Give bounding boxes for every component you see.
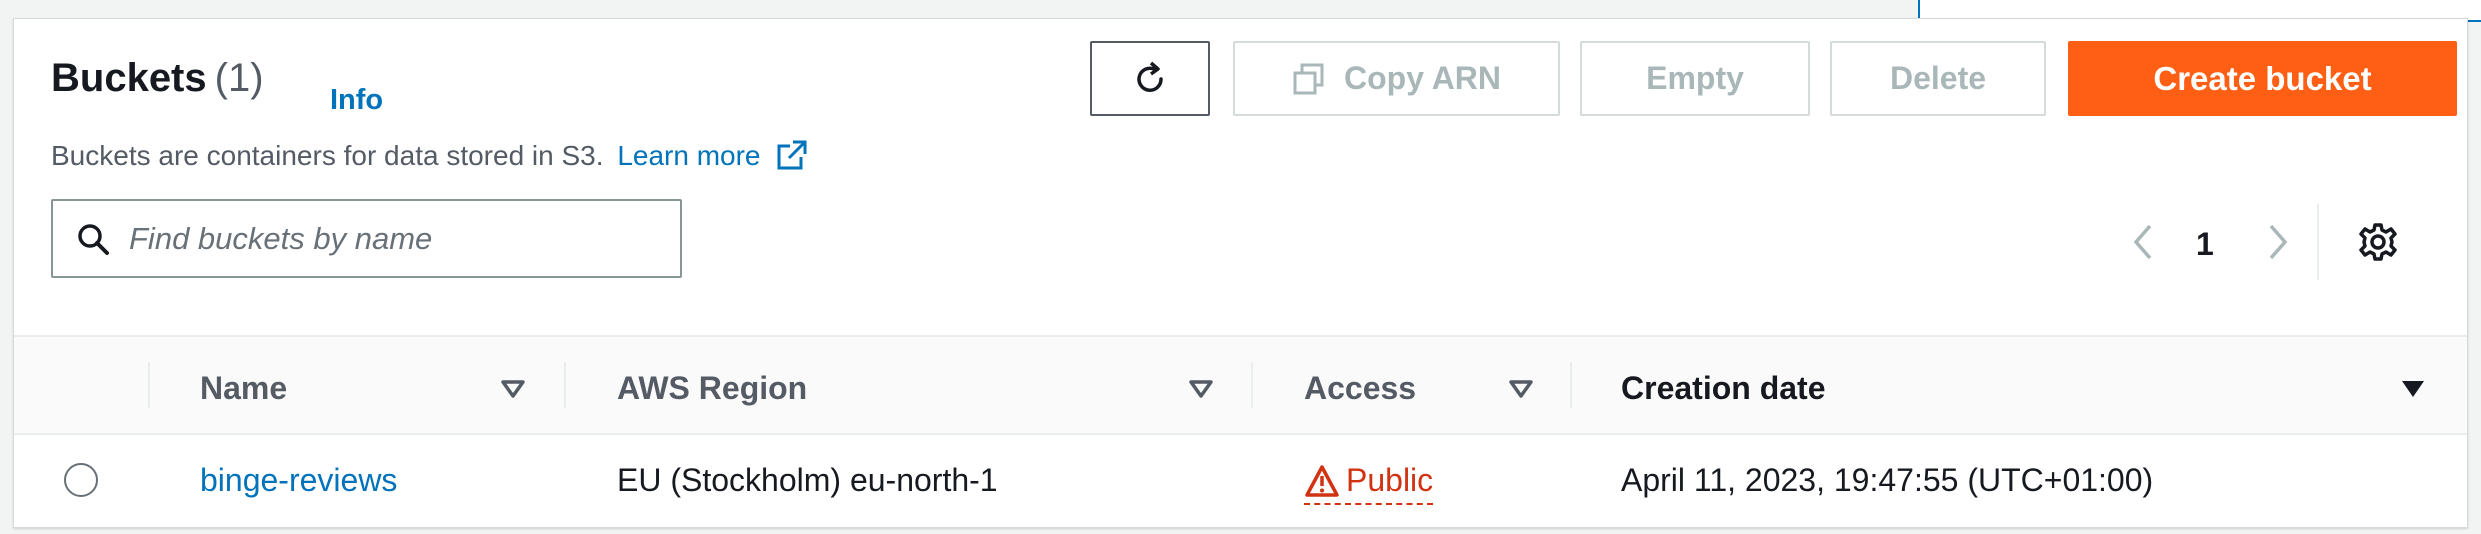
warning-icon xyxy=(1305,464,1339,497)
sort-icon[interactable] xyxy=(500,378,526,400)
chevron-left-icon[interactable] xyxy=(2128,222,2158,262)
sort-icon[interactable] xyxy=(1508,378,1534,400)
page-title: Buckets (1) xyxy=(51,56,264,101)
description-text: Buckets are containers for data stored i… xyxy=(51,140,604,171)
search-box[interactable] xyxy=(51,199,682,278)
page-number[interactable]: 1 xyxy=(2196,226,2214,263)
info-link[interactable]: Info xyxy=(330,84,383,117)
delete-button[interactable]: Delete xyxy=(1830,41,2046,116)
copy-icon xyxy=(1293,63,1324,94)
external-link-icon[interactable] xyxy=(776,139,808,171)
column-header-region[interactable]: AWS Region xyxy=(617,370,807,407)
refresh-icon xyxy=(1137,61,1163,92)
sort-icon[interactable] xyxy=(1188,378,1214,400)
sort-desc-icon[interactable] xyxy=(2400,378,2426,400)
pagination-divider xyxy=(2317,204,2319,280)
gear-icon[interactable] xyxy=(2356,220,2400,264)
page-description: Buckets are containers for data stored i… xyxy=(51,139,808,172)
column-divider xyxy=(148,362,150,408)
bucket-name-link[interactable]: binge-reviews xyxy=(200,462,397,499)
learn-more-link[interactable]: Learn more xyxy=(617,140,760,171)
column-header-name[interactable]: Name xyxy=(200,370,287,407)
bucket-region: EU (Stockholm) eu-north-1 xyxy=(617,462,998,498)
column-divider xyxy=(564,362,566,408)
search-icon xyxy=(78,223,109,255)
column-divider xyxy=(1570,362,1572,408)
create-bucket-button[interactable]: Create bucket xyxy=(2068,41,2457,116)
row-select-radio[interactable] xyxy=(64,463,98,497)
empty-button[interactable]: Empty xyxy=(1580,41,1810,116)
copy-arn-label: Copy ARN xyxy=(1343,60,1502,96)
column-header-creation-date[interactable]: Creation date xyxy=(1621,370,1825,407)
refresh-button[interactable] xyxy=(1090,41,1210,116)
title-text: Buckets xyxy=(51,56,207,100)
bucket-count: (1) xyxy=(214,56,264,100)
chevron-right-icon[interactable] xyxy=(2263,222,2293,262)
search-input[interactable] xyxy=(129,220,649,257)
copy-arn-button[interactable]: Copy ARN xyxy=(1233,41,1560,116)
creation-date: April 11, 2023, 19:47:55 (UTC+01:00) xyxy=(1621,462,2154,498)
column-divider xyxy=(1251,362,1253,408)
table-header xyxy=(14,335,2467,435)
column-header-access[interactable]: Access xyxy=(1304,370,1416,407)
access-label: Public xyxy=(1346,462,1434,498)
access-status[interactable]: Public xyxy=(1304,462,1434,505)
